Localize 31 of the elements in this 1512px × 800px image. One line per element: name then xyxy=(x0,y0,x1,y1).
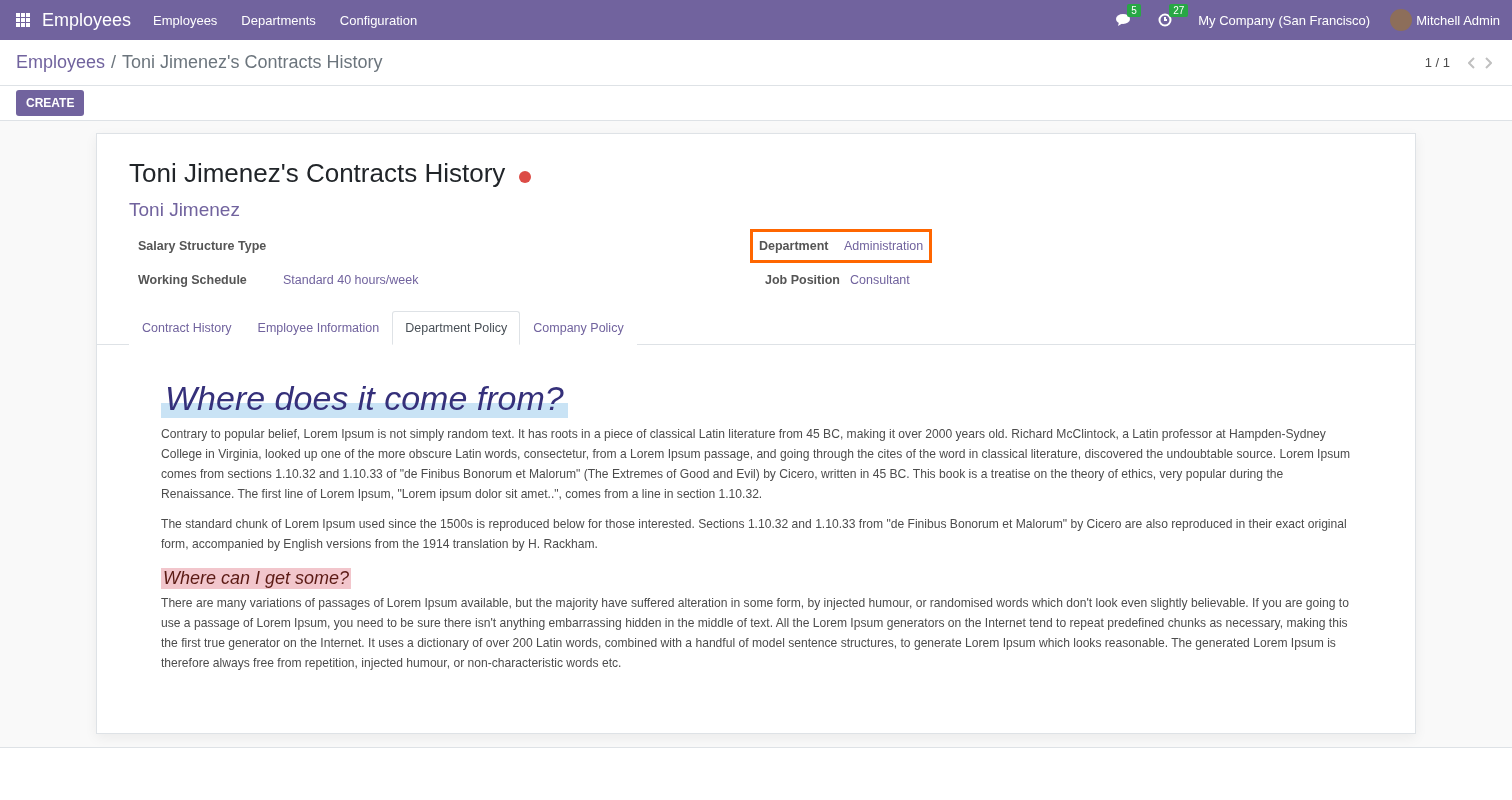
employee-link[interactable]: Toni Jimenez xyxy=(129,199,1383,221)
field-value-link[interactable]: Standard 40 hours/week xyxy=(283,273,419,287)
tab[interactable]: Department Policy xyxy=(392,311,521,345)
content-subheading: Where can I get some? xyxy=(161,568,352,589)
field-value-link[interactable]: Administration xyxy=(844,239,924,253)
breadcrumb-link[interactable]: Employees xyxy=(16,52,106,73)
content-paragraph: Contrary to popular belief, Lorem Ipsum is not simply random text. It has roots in a piece of classical Latin literature from 45 BC, making it over 2000 years old. Richard McClintock, a Latin professor at Hampden-Sydney College in Virginia, looked up one of the more obscure Latin words, consectetur, from a Lorem Ipsum passage, and going through the cites of the word in classical literature, discovered the undoubtable source. Lorem Ipsum comes from sections 1.10.32 and 1.10.33 of "de Finibus Bonorum et Malorum" (The Extremes of Good and Evil) by Cicero, written in 45 BC. This book is a treatise on the theory of ethics, very popular during the Renaissance. The first line of Lorem Ipsum, "Lorem ipsum dolor sit amet..", comes from a line in section 1.10.32. xyxy=(161,426,1351,503)
field-value-link[interactable]: Consultant xyxy=(850,273,910,287)
apps-grid-icon[interactable] xyxy=(16,13,30,27)
field-label: Working Schedule xyxy=(138,273,248,287)
field-label: Salary Structure Type xyxy=(138,239,268,253)
activity-count-badge: 27 xyxy=(1169,4,1189,17)
menu-item[interactable]: Departments xyxy=(241,12,316,28)
menu-item[interactable]: Employees xyxy=(153,12,218,28)
content-paragraph: The standard chunk of Lorem Ipsum used since the 1500s is reproduced below for those interested. Sections 1.10.32 and 1.10.33 from "de Finibus Bonorum et Malorum" by Cicero are also reproduced in their exact original form, accompanied by English versions from the 1914 translation by H. Rackham. xyxy=(161,516,1348,553)
app-name[interactable]: Employees xyxy=(42,9,132,31)
status-dot[interactable] xyxy=(519,170,532,183)
field-label: Job Position xyxy=(765,273,841,287)
user-menu[interactable]: Mitchell Admin xyxy=(1416,12,1500,28)
field-label: Department xyxy=(759,239,830,253)
breadcrumb-separator: / xyxy=(111,52,117,73)
clock-icon[interactable] xyxy=(1158,13,1173,27)
content-paragraph: There are many variations of passages of Lorem Ipsum available, but the majority have suffered alteration in some form, by injected humour, or randomised words which don't look even slightly believable. If you are going to use a passage of Lorem Ipsum, you need to be sure there isn't anything embarrassing hidden in the middle of text. All the Lorem Ipsum generators on the Internet tend to repeat predefined chunks as necessary, making this the first true generator on the Internet. It uses a dictionary of over 200 Latin words, combined with a handful of model sentence structures, to generate Lorem Ipsum which looks reasonable. The generated Lorem Ipsum is therefore always free from repetition, injected humour, or non-characteristic words etc. xyxy=(161,595,1350,672)
breadcrumb-current: Toni Jimenez's Contracts History xyxy=(122,52,383,73)
message-count-badge: 5 xyxy=(1127,4,1141,17)
pager-value: 1 / 1 xyxy=(1424,55,1450,70)
form-title: Toni Jimenez's Contracts History xyxy=(129,158,506,189)
chat-icon[interactable] xyxy=(1116,13,1133,27)
company-switcher[interactable]: My Company (San Francisco) xyxy=(1198,12,1371,28)
create-button[interactable]: CREATE xyxy=(16,90,85,116)
menu-item[interactable]: Configuration xyxy=(339,12,418,28)
